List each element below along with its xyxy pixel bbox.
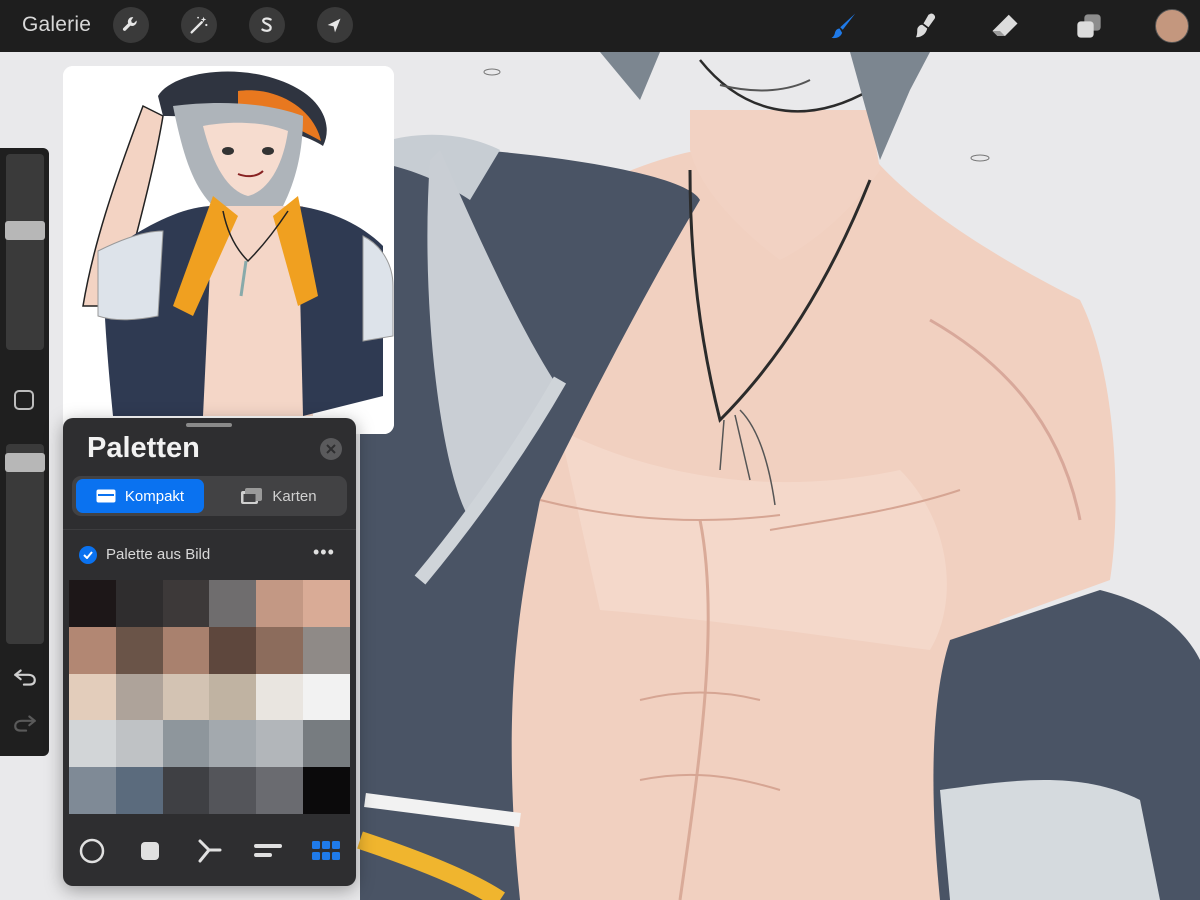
brush-opacity-slider[interactable] xyxy=(5,444,45,644)
color-swatch[interactable] xyxy=(209,580,257,627)
eraser-tool[interactable] xyxy=(987,8,1023,44)
tab-palettes[interactable] xyxy=(311,836,341,866)
color-swatch[interactable] xyxy=(162,580,210,627)
tab-harmony[interactable] xyxy=(195,836,225,866)
checkmark-icon xyxy=(83,551,93,559)
redo-icon[interactable] xyxy=(12,710,38,736)
eraser-icon xyxy=(992,14,1018,36)
brush-size-thumb[interactable] xyxy=(5,221,45,241)
tab-disc[interactable] xyxy=(77,836,107,866)
undo-icon[interactable] xyxy=(12,664,38,690)
selection-magic-button[interactable] xyxy=(181,7,217,43)
color-swatch[interactable] xyxy=(69,580,116,627)
color-swatch[interactable] xyxy=(69,626,116,674)
color-swatch[interactable] xyxy=(115,673,163,721)
reference-window[interactable] xyxy=(63,66,394,434)
color-swatch[interactable] xyxy=(303,626,350,674)
harmony-icon xyxy=(198,839,222,863)
tab-compact-label: Kompakt xyxy=(124,487,185,505)
color-swatch[interactable] xyxy=(69,767,116,814)
layers-icon xyxy=(1077,14,1101,38)
brush-tool[interactable] xyxy=(826,8,862,44)
view-mode-segmented: Kompakt Karten xyxy=(72,476,347,516)
color-swatch[interactable] xyxy=(303,767,350,814)
top-toolbar: Galerie xyxy=(0,0,1200,52)
color-swatch[interactable] xyxy=(162,767,210,814)
color-swatch[interactable] xyxy=(162,673,210,721)
color-swatch[interactable] xyxy=(256,673,304,721)
selection-s-icon xyxy=(261,17,272,32)
gallery-button[interactable]: Galerie xyxy=(22,13,91,37)
close-icon xyxy=(326,444,336,454)
panel-title: Paletten xyxy=(87,432,200,464)
grid-palette-icon xyxy=(312,841,340,860)
color-swatch[interactable] xyxy=(303,673,350,721)
palette-name[interactable]: Palette aus Bild xyxy=(106,546,210,563)
close-button[interactable] xyxy=(320,438,342,460)
color-swatch[interactable] xyxy=(115,626,163,674)
divider xyxy=(63,529,356,530)
color-swatch[interactable] xyxy=(115,767,163,814)
brush-icon xyxy=(831,13,856,39)
brush-opacity-thumb[interactable] xyxy=(5,453,45,473)
color-swatch[interactable] xyxy=(162,720,210,768)
color-swatch[interactable] xyxy=(256,720,304,768)
color-swatch[interactable] xyxy=(256,626,304,674)
tab-compact[interactable]: Kompakt xyxy=(76,479,204,513)
tab-value[interactable] xyxy=(253,836,283,866)
square-icon xyxy=(141,842,159,860)
color-swatch[interactable] xyxy=(209,767,257,814)
current-color-button[interactable] xyxy=(1155,9,1189,43)
palettes-panel: Paletten Kompakt Karten Palette aus Bild… xyxy=(63,418,356,886)
disc-icon xyxy=(79,838,105,864)
color-swatch[interactable] xyxy=(256,767,304,814)
smudge-icon xyxy=(916,13,936,38)
color-swatch[interactable] xyxy=(115,720,163,768)
brush-size-slider[interactable] xyxy=(5,154,45,350)
color-swatch[interactable] xyxy=(209,673,257,721)
left-sidebar xyxy=(0,148,49,756)
default-palette-check[interactable] xyxy=(79,546,97,564)
color-swatch[interactable] xyxy=(69,673,116,721)
tab-classic[interactable] xyxy=(135,836,165,866)
layers-button[interactable] xyxy=(1071,8,1107,44)
color-mode-tabs xyxy=(63,826,356,876)
color-swatch[interactable] xyxy=(303,580,350,627)
swatch-grid xyxy=(69,580,350,814)
compact-card-icon xyxy=(96,489,116,503)
tab-cards-label: Karten xyxy=(272,487,317,505)
more-options-icon[interactable]: ••• xyxy=(313,542,335,563)
wrench-icon xyxy=(122,17,137,31)
transform-button[interactable] xyxy=(317,7,353,43)
panel-grabber[interactable] xyxy=(186,423,232,427)
smudge-tool[interactable] xyxy=(908,8,944,44)
selection-button[interactable] xyxy=(249,7,285,43)
cards-icon xyxy=(241,488,263,504)
color-swatch[interactable] xyxy=(69,720,116,768)
color-swatch[interactable] xyxy=(209,626,257,674)
color-swatch[interactable] xyxy=(162,626,210,674)
adjustments-button[interactable] xyxy=(113,7,149,43)
magic-wand-icon xyxy=(190,16,208,34)
color-swatch[interactable] xyxy=(115,580,163,627)
palette-header: Palette aus Bild ••• xyxy=(63,542,356,568)
arrow-cursor-icon xyxy=(327,18,341,33)
color-swatch[interactable] xyxy=(256,580,304,627)
color-swatch[interactable] xyxy=(303,720,350,768)
value-sliders-icon xyxy=(254,844,282,857)
modify-button[interactable] xyxy=(14,390,34,410)
reference-image xyxy=(63,66,394,434)
tab-cards[interactable]: Karten xyxy=(215,479,343,513)
color-swatch[interactable] xyxy=(209,720,257,768)
